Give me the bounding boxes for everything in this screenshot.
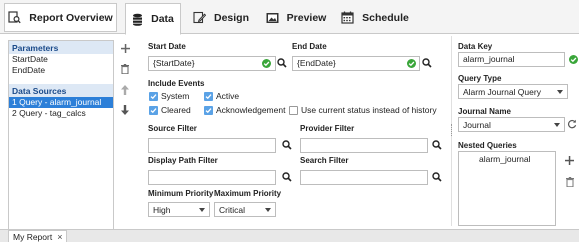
data-sources-header: Data Sources [9,84,113,97]
valid-check-icon [262,59,271,68]
left-panel: Parameters StartDate EndDate Data Source… [8,40,114,234]
select-value: High [153,204,171,215]
search-icon[interactable] [282,140,292,150]
display-path-filter-label: Display Path Filter [148,156,218,165]
tab-design[interactable]: Design [188,3,254,32]
nested-queries-label: Nested Queries [458,141,517,150]
magnifier-document-icon [8,11,21,24]
tab-preview[interactable]: Preview [260,3,332,32]
checkbox-checked-icon [204,91,213,101]
checkbox-checked-icon [149,105,158,115]
add-icon[interactable] [565,156,574,165]
tab-bar: Report Overview Data Design Preview Sche… [0,0,579,35]
checkbox-unchecked-icon [289,105,298,115]
max-priority-label: Maximum Priority [214,189,282,198]
parameter-item[interactable]: EndDate [9,65,113,76]
start-date-label: Start Date [148,42,186,51]
arrow-up-icon[interactable] [119,84,131,96]
parameter-item[interactable]: StartDate [9,54,113,65]
search-icon[interactable] [277,58,287,68]
trash-icon[interactable] [566,177,574,187]
journal-name-select[interactable]: Journal [458,117,565,132]
tab-label: Design [213,11,249,24]
data-key-label: Data Key [458,42,493,51]
calendar-icon [341,11,354,24]
query-type-label: Query Type [458,74,502,83]
chevron-down-icon [265,207,271,212]
active-checkbox[interactable]: Active [204,91,239,101]
search-icon[interactable] [432,172,442,182]
journal-name-label: Journal Name [458,107,511,116]
nested-query-item[interactable]: alarm_journal [459,152,555,164]
chevron-down-icon [554,122,560,127]
cleared-checkbox[interactable]: Cleared [149,105,191,115]
database-icon [132,13,143,26]
min-priority-label: Minimum Priority [148,189,214,198]
add-icon[interactable] [119,42,131,54]
end-date-label: End Date [292,42,327,51]
resize-handle[interactable] [451,124,453,136]
min-priority-select[interactable]: High [148,202,210,217]
checkbox-label: Acknowledgement [216,105,286,115]
checkbox-checked-icon [149,91,158,101]
source-filter-label: Source Filter [148,124,197,133]
trash-icon[interactable] [119,63,131,75]
tab-label: Report Overview [29,11,113,24]
query-type-select[interactable]: Alarm Journal Query [458,84,568,99]
search-filter-label: Search Filter [300,156,349,165]
tab-label: Schedule [362,11,409,24]
search-icon[interactable] [432,140,442,150]
refresh-icon[interactable] [567,119,577,129]
valid-check-icon [569,55,578,64]
acknowledgement-checkbox[interactable]: Acknowledgement [204,105,285,115]
data-source-item[interactable]: 1 Query - alarm_journal [9,97,113,108]
chevron-down-icon [557,89,563,94]
select-value: Critical [219,204,245,215]
include-events-label: Include Events [148,79,205,88]
system-checkbox[interactable]: System [149,91,189,101]
checkbox-label: Use current status instead of history [301,105,437,115]
tab-label: Preview [286,11,327,24]
search-icon[interactable] [422,58,432,68]
parameters-header: Parameters [9,41,113,54]
document-tab-my-report[interactable]: My Report × [8,230,68,242]
source-filter-field[interactable] [148,138,276,153]
document-tab-label: My Report [13,232,53,242]
close-icon[interactable]: × [57,232,62,242]
arrow-down-icon[interactable] [119,104,131,116]
select-value: Journal [463,119,491,130]
start-date-field[interactable]: {StartDate} [148,56,276,71]
image-preview-icon [266,12,279,24]
max-priority-select[interactable]: Critical [214,202,276,217]
valid-check-icon [407,59,416,68]
use-current-status-checkbox[interactable]: Use current status instead of history [289,105,437,115]
tab-report-overview[interactable]: Report Overview [4,3,117,32]
nested-queries-list: alarm_journal [458,151,556,226]
tab-data[interactable]: Data [125,3,181,35]
provider-filter-field[interactable] [300,138,428,153]
chevron-down-icon [199,207,205,212]
display-path-filter-field[interactable] [148,170,276,185]
pencil-document-icon [193,11,206,24]
tab-schedule[interactable]: Schedule [335,3,415,32]
checkbox-label: Active [216,91,240,101]
checkbox-label: Cleared [161,105,191,115]
checkbox-label: System [161,91,190,101]
data-key-field[interactable]: alarm_journal [458,52,565,67]
document-tab-bar: My Report × [0,229,579,242]
select-value: Alarm Journal Query [463,86,541,97]
search-icon[interactable] [282,172,292,182]
search-filter-field[interactable] [300,170,428,185]
data-source-item[interactable]: 2 Query - tag_calcs [9,108,113,119]
checkbox-checked-icon [204,105,213,115]
provider-filter-label: Provider Filter [300,124,355,133]
end-date-field[interactable]: {EndDate} [292,56,420,71]
tab-label: Data [151,13,174,25]
